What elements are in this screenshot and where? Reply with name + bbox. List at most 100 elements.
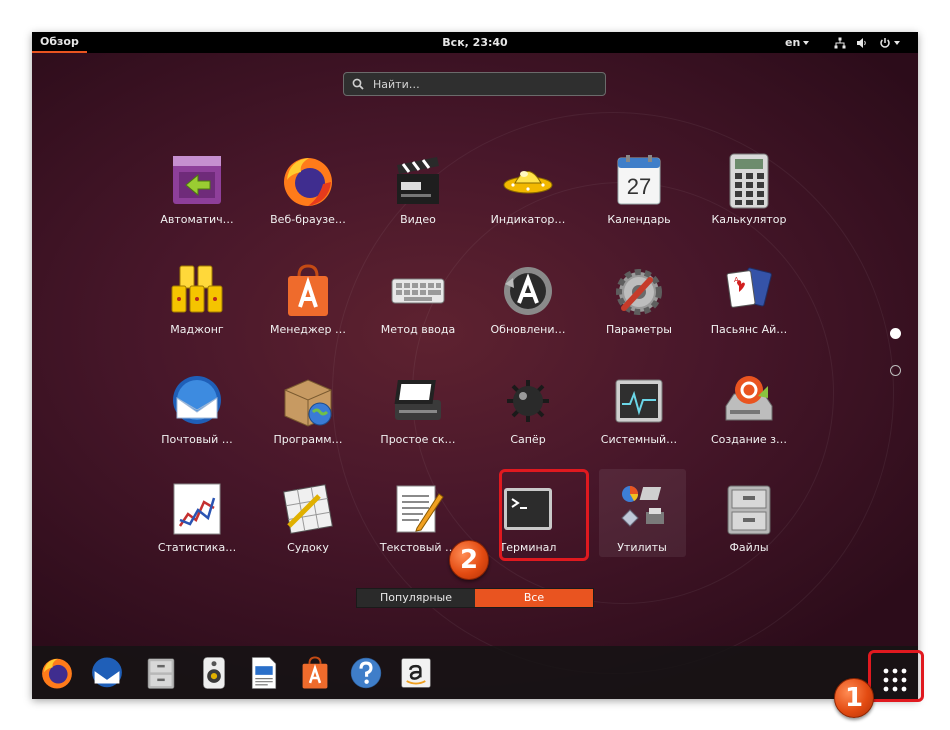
mine-icon — [507, 380, 549, 422]
dock-software[interactable] — [297, 655, 333, 691]
app-files[interactable]: Файлы — [694, 480, 804, 580]
chevron-down-icon — [894, 41, 900, 45]
language-indicator[interactable]: en — [785, 32, 810, 53]
app-label: Системный… — [600, 433, 678, 446]
page-dot[interactable] — [890, 365, 901, 376]
app-label: Создание з… — [710, 433, 788, 446]
sudoku-icon — [283, 484, 333, 534]
chevron-down-icon — [803, 41, 810, 45]
calendar-day: 27 — [627, 174, 651, 199]
app-simple-scan[interactable]: Простое ск… — [363, 372, 473, 472]
thunderbird-icon — [92, 657, 122, 688]
text-editor-icon — [396, 485, 444, 533]
volume-icon[interactable] — [856, 32, 868, 53]
app-label: Метод ввода — [380, 323, 456, 336]
app-label: Параметры — [606, 323, 672, 336]
view-switcher: Популярные Все — [356, 588, 594, 608]
gear-icon — [616, 269, 662, 315]
app-label: Автоматич… — [160, 213, 234, 226]
package-box-icon — [284, 379, 332, 427]
software-bag-icon — [288, 264, 328, 316]
app-calendar[interactable]: 27 Календарь — [584, 152, 694, 252]
update-icon — [504, 267, 552, 315]
search-input[interactable]: Найти… — [343, 72, 606, 96]
power-icon — [880, 38, 890, 48]
svg-text:A: A — [734, 277, 739, 284]
writer-document-icon — [251, 657, 277, 689]
app-label: Пасьянс Ай… — [710, 323, 788, 336]
app-label: Менеджер … — [270, 323, 346, 336]
file-cabinet-icon — [147, 658, 175, 689]
app-indicator[interactable]: Индикатор… — [473, 152, 583, 252]
app-solitaire[interactable]: A Пасьянс Ай… — [694, 262, 804, 362]
system-monitor-icon — [615, 379, 663, 423]
dock-thunderbird[interactable] — [89, 655, 125, 691]
firefox-icon — [42, 658, 72, 689]
app-label: Калькулятор — [711, 213, 787, 226]
app-label: Веб-браузе… — [270, 213, 346, 226]
tab-all[interactable]: Все — [475, 589, 593, 607]
speaker-icon — [203, 657, 225, 689]
app-programs[interactable]: Программ… — [253, 372, 363, 472]
app-mahjong[interactable]: Маджонг — [142, 262, 252, 362]
app-input-method[interactable]: Метод ввода — [363, 262, 473, 362]
step-marker: 1 — [834, 678, 874, 718]
power-menu[interactable] — [879, 32, 900, 53]
app-label: Календарь — [607, 213, 671, 226]
app-system-monitor[interactable]: Системный… — [584, 372, 694, 472]
app-web-browser[interactable]: Веб-браузе… — [253, 152, 363, 252]
playing-cards-icon: A — [726, 267, 772, 308]
software-bag-icon — [302, 656, 328, 689]
app-label: Статистика… — [157, 541, 237, 554]
app-calculator[interactable]: Калькулятор — [694, 152, 804, 252]
scanner-icon — [394, 380, 441, 420]
app-automatic[interactable]: Автоматич… — [142, 152, 252, 252]
tab-popular[interactable]: Популярные — [357, 589, 475, 607]
app-settings[interactable]: Параметры — [584, 262, 694, 362]
app-label: Судоку — [287, 541, 329, 554]
mahjong-icon — [171, 265, 223, 313]
app-label: Маджонг — [170, 323, 224, 336]
automation-icon — [173, 156, 221, 204]
app-video[interactable]: Видео — [363, 152, 473, 252]
app-label: Почтовый … — [161, 433, 233, 446]
show-apps-highlight — [868, 650, 924, 702]
app-label: Индикатор… — [490, 213, 566, 226]
ufo-icon — [503, 171, 553, 194]
help-icon — [350, 657, 382, 689]
page-dot-active[interactable] — [890, 328, 901, 339]
statistics-chart-icon — [173, 483, 221, 535]
dock-rhythmbox[interactable] — [196, 655, 232, 691]
app-label: Файлы — [729, 541, 769, 554]
app-startup-disk[interactable]: Создание з… — [694, 372, 804, 472]
thunderbird-icon — [173, 376, 221, 424]
dock-firefox[interactable] — [39, 655, 75, 691]
app-label: Видео — [400, 213, 436, 226]
app-updates[interactable]: Обновлени… — [473, 262, 583, 362]
calculator-icon — [729, 153, 769, 209]
app-mail[interactable]: Почтовый … — [142, 372, 252, 472]
calendar-icon: 27 — [617, 155, 661, 205]
utilities-folder-icon — [621, 486, 664, 527]
dock-files[interactable] — [143, 655, 179, 691]
dock-libreoffice-writer[interactable] — [246, 655, 282, 691]
startup-disk-icon — [725, 376, 773, 421]
dock-help[interactable] — [348, 655, 384, 691]
app-label: Обновлени… — [490, 323, 566, 336]
dock-amazon[interactable] — [398, 655, 434, 691]
network-icon[interactable] — [834, 32, 846, 53]
app-software-manager[interactable]: Менеджер … — [253, 262, 363, 362]
video-clapper-icon — [397, 157, 439, 204]
app-label: Простое ск… — [380, 433, 456, 446]
terminal-highlight — [499, 469, 589, 561]
app-utilities-folder[interactable]: Утилиты — [587, 480, 697, 580]
app-mines[interactable]: Сапёр — [473, 372, 583, 472]
desktop-screen: Обзор Вск, 23:40 en Найти… Автоматич… Ве… — [32, 32, 918, 699]
app-statistics[interactable]: Статистика… — [142, 480, 252, 580]
app-label: Сапёр — [510, 433, 546, 446]
app-sudoku[interactable]: Судоку — [253, 480, 363, 580]
app-label: Программ… — [273, 433, 343, 446]
keyboard-icon — [391, 278, 445, 304]
step-marker: 2 — [449, 540, 489, 580]
amazon-icon — [401, 658, 431, 688]
